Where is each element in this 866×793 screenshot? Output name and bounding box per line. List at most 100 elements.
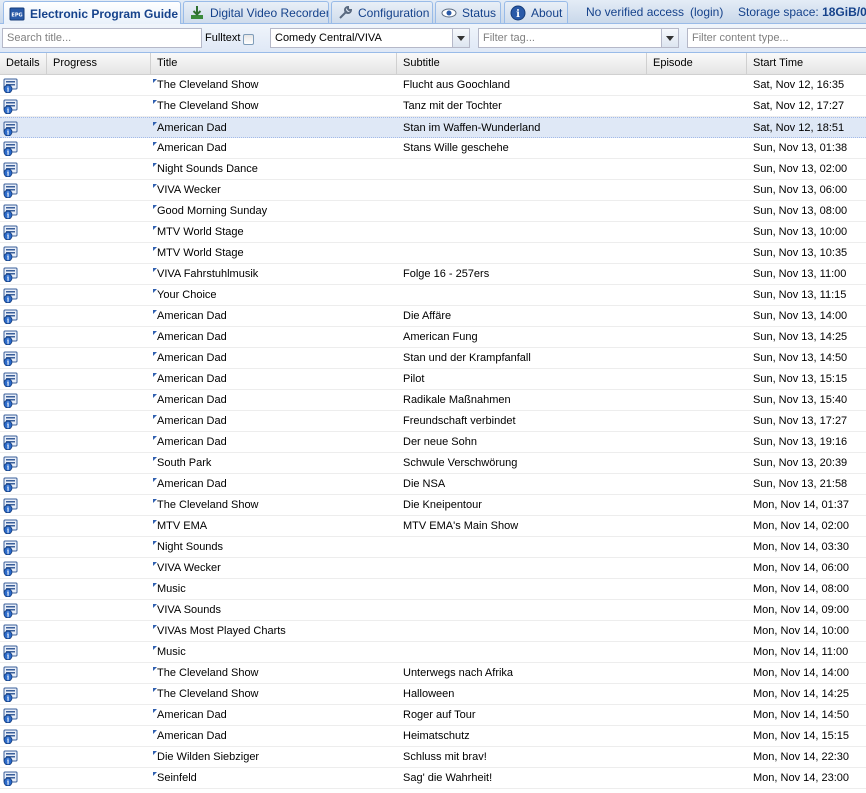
details-info-icon[interactable]: i — [3, 729, 19, 747]
table-row[interactable]: i American Dad American Fung Sun, Nov 13, 1… — [0, 327, 866, 348]
login-link[interactable]: (login) — [690, 5, 723, 19]
table-row[interactable]: i American Dad Heimatschutz Mon, Nov 14, 15… — [0, 726, 866, 747]
details-info-icon[interactable]: i — [3, 414, 19, 432]
table-row[interactable]: i Music Mon, Nov 14, 08:00 — [0, 579, 866, 600]
tab-configuration[interactable]: Configuration — [331, 1, 433, 23]
tab-electronic-program-guide[interactable]: EPG Electronic Program Guide — [3, 1, 181, 25]
column-header-progress[interactable]: Progress — [47, 53, 151, 74]
details-info-icon[interactable]: i — [3, 708, 19, 726]
table-row[interactable]: i MTV EMA MTV EMA's Main Show Mon, Nov 14, … — [0, 516, 866, 537]
details-info-icon[interactable]: i — [3, 141, 19, 159]
table-row[interactable]: i Night Sounds Mon, Nov 14, 03:30 — [0, 537, 866, 558]
details-info-icon[interactable]: i — [3, 162, 19, 180]
details-info-icon[interactable]: i — [3, 372, 19, 390]
table-row[interactable]: i The Cleveland Show Halloween Mon, Nov 14,… — [0, 684, 866, 705]
details-info-icon[interactable]: i — [3, 771, 19, 789]
table-row[interactable]: i American Dad Die Affäre Sun, Nov 13, 14:0… — [0, 306, 866, 327]
details-info-icon[interactable]: i — [3, 561, 19, 579]
table-row[interactable]: i American Dad Freundschaft verbindet Sun, … — [0, 411, 866, 432]
tab-about[interactable]: i About — [504, 1, 568, 23]
table-row[interactable]: i Seinfeld Sag' die Wahrheit! Mon, Nov 14, … — [0, 768, 866, 789]
details-info-icon[interactable]: i — [3, 666, 19, 684]
chevron-down-icon[interactable] — [452, 29, 469, 47]
column-header-title[interactable]: Title — [151, 53, 397, 74]
column-header-details[interactable]: Details — [0, 53, 47, 74]
table-row[interactable]: i Night Sounds Dance Sun, Nov 13, 02:00 — [0, 159, 866, 180]
table-row[interactable]: i VIVA Fahrstuhlmusik Folge 16 - 257ers Sun… — [0, 264, 866, 285]
svg-text:i: i — [516, 9, 520, 20]
table-row[interactable]: i Die Wilden Siebziger Schluss mit brav! Mo… — [0, 747, 866, 768]
search-title-input[interactable]: Search title... — [2, 28, 202, 48]
chevron-down-icon[interactable] — [661, 29, 678, 47]
row-title-cell: VIVA Wecker — [151, 558, 394, 578]
table-row[interactable]: i American Dad Stans Wille geschehe Sun, No… — [0, 138, 866, 159]
table-row[interactable]: i The Cleveland Show Tanz mit der Tochter S… — [0, 96, 866, 117]
tab-digital-video-recorder[interactable]: Digital Video Recorder — [183, 1, 329, 23]
details-info-icon[interactable]: i — [3, 519, 19, 537]
eye-icon — [441, 8, 457, 17]
row-subtitle-cell: Freundschaft verbindet — [403, 415, 516, 427]
table-row[interactable]: i South Park Schwule Verschwörung Sun, Nov … — [0, 453, 866, 474]
table-row[interactable]: i The Cleveland Show Unterwegs nach Afrika… — [0, 663, 866, 684]
table-row[interactable]: i Music Mon, Nov 14, 11:00 — [0, 642, 866, 663]
table-row[interactable]: i VIVA Sounds Mon, Nov 14, 09:00 — [0, 600, 866, 621]
tag-filter-select[interactable]: Filter tag... — [478, 28, 679, 48]
table-row[interactable]: i Good Morning Sunday Sun, Nov 13, 08:00 — [0, 201, 866, 222]
table-row[interactable]: i American Dad Stan im Waffen-Wunderland Sa… — [0, 117, 866, 138]
details-info-icon[interactable]: i — [3, 330, 19, 348]
row-start-cell: Mon, Nov 14, 14:25 — [753, 688, 850, 700]
table-row[interactable]: i VIVA Wecker Mon, Nov 14, 06:00 — [0, 558, 866, 579]
row-title-cell: American Dad — [151, 705, 394, 725]
table-row[interactable]: i American Dad Roger auf Tour Mon, Nov 14, … — [0, 705, 866, 726]
details-info-icon[interactable]: i — [3, 267, 19, 285]
details-info-icon[interactable]: i — [3, 121, 19, 139]
details-info-icon[interactable]: i — [3, 540, 19, 558]
details-info-icon[interactable]: i — [3, 246, 19, 264]
channel-select[interactable]: Comedy Central/VIVA — [270, 28, 470, 48]
details-info-icon[interactable]: i — [3, 582, 19, 600]
column-header-start-time[interactable]: Start Time — [747, 53, 866, 74]
table-row[interactable]: i American Dad Die NSA Sun, Nov 13, 21:58 — [0, 474, 866, 495]
table-row[interactable]: i VIVAs Most Played Charts Mon, Nov 14, 10… — [0, 621, 866, 642]
details-info-icon[interactable]: i — [3, 351, 19, 369]
row-title-cell: Die Wilden Siebziger — [151, 747, 394, 767]
column-header-subtitle[interactable]: Subtitle — [397, 53, 647, 74]
table-row[interactable]: i MTV World Stage Sun, Nov 13, 10:00 — [0, 222, 866, 243]
details-info-icon[interactable]: i — [3, 750, 19, 768]
row-start-cell: Sun, Nov 13, 21:58 — [753, 478, 848, 490]
row-episode-cell — [647, 495, 747, 515]
row-start-cell: Sat, Nov 12, 16:35 — [753, 79, 845, 91]
row-start-cell: Mon, Nov 14, 23:00 — [753, 772, 850, 784]
details-info-icon[interactable]: i — [3, 498, 19, 516]
tab-status[interactable]: Status — [435, 1, 501, 23]
details-info-icon[interactable]: i — [3, 435, 19, 453]
details-info-icon[interactable]: i — [3, 204, 19, 222]
details-info-icon[interactable]: i — [3, 99, 19, 117]
row-subtitle-cell — [397, 600, 645, 620]
details-info-icon[interactable]: i — [3, 603, 19, 621]
details-info-icon[interactable]: i — [3, 225, 19, 243]
table-row[interactable]: i MTV World Stage Sun, Nov 13, 10:35 — [0, 243, 866, 264]
fulltext-checkbox[interactable] — [243, 34, 254, 45]
details-info-icon[interactable]: i — [3, 645, 19, 663]
details-info-icon[interactable]: i — [3, 78, 19, 96]
table-row[interactable]: i American Dad Der neue Sohn Sun, Nov 13, 1… — [0, 432, 866, 453]
table-row[interactable]: i VIVA Wecker Sun, Nov 13, 06:00 — [0, 180, 866, 201]
table-row[interactable]: i American Dad Stan und der Krampfanfall Su… — [0, 348, 866, 369]
table-row[interactable]: i The Cleveland Show Die Kneipentour Mon, N… — [0, 495, 866, 516]
table-row[interactable]: i American Dad Radikale Maßnahmen Sun, Nov … — [0, 390, 866, 411]
details-info-icon[interactable]: i — [3, 624, 19, 642]
table-row[interactable]: i Your Choice Sun, Nov 13, 11:15 — [0, 285, 866, 306]
content-type-filter-select[interactable]: Filter content type... — [687, 28, 866, 48]
table-row[interactable]: i American Dad Pilot Sun, Nov 13, 15:15 — [0, 369, 866, 390]
table-row[interactable]: i The Cleveland Show Flucht aus Goochland S… — [0, 75, 866, 96]
details-info-icon[interactable]: i — [3, 309, 19, 327]
details-info-icon[interactable]: i — [3, 183, 19, 201]
details-info-icon[interactable]: i — [3, 393, 19, 411]
column-header-episode[interactable]: Episode — [647, 53, 747, 74]
details-info-icon[interactable]: i — [3, 456, 19, 474]
details-info-icon[interactable]: i — [3, 288, 19, 306]
details-info-icon[interactable]: i — [3, 687, 19, 705]
row-episode-cell — [647, 264, 747, 284]
details-info-icon[interactable]: i — [3, 477, 19, 495]
